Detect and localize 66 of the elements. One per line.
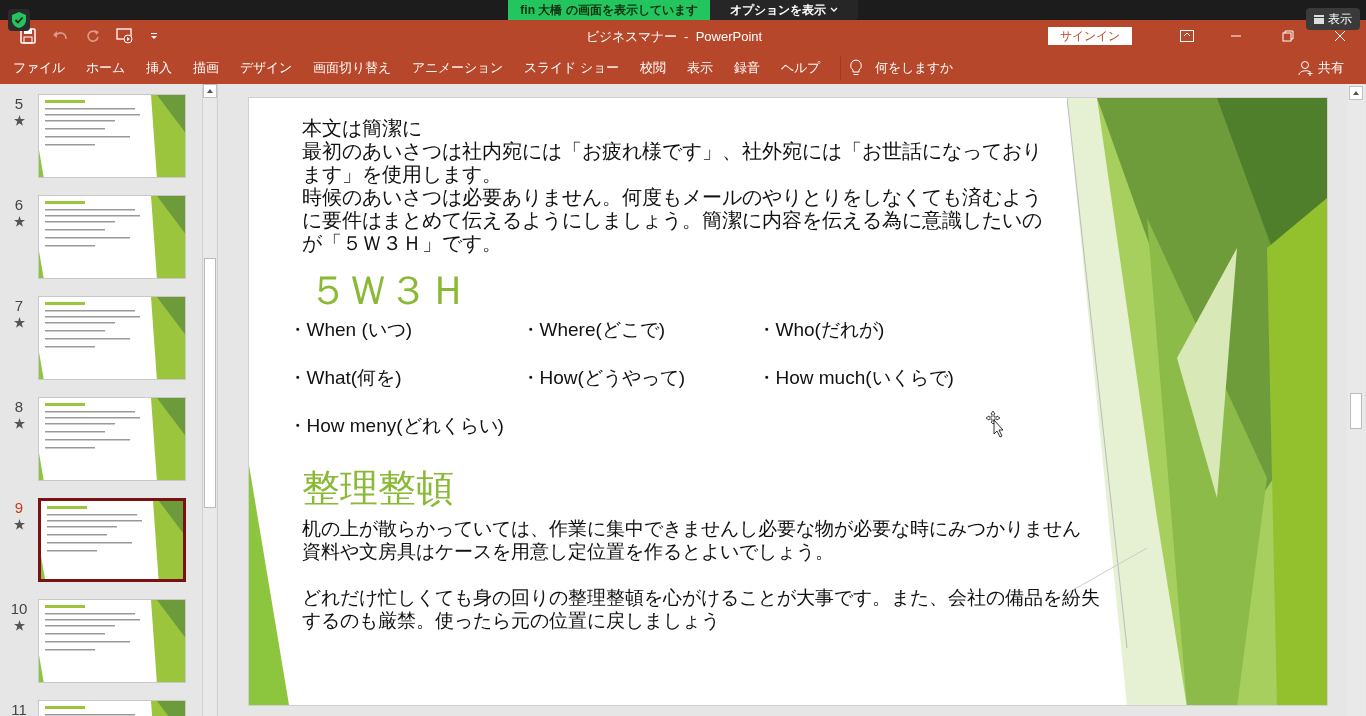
ribbon-tab[interactable]: スライド ショー [515,52,628,84]
slide-number: 11 [11,702,27,716]
bullet-item: ・How(どうやって) [520,367,687,389]
chevron-down-icon [829,7,838,13]
star-icon [13,519,25,530]
body-text: 最初のあいさつは社内宛には「お疲れ様です」、社外宛には「お世話になっております」を使用します。 [301,140,1043,186]
star-icon [13,620,25,631]
window-title: ビジネスマナー - PowerPoint [585,29,763,44]
bullet-item: ・Who(だれが) [756,319,886,341]
scroll-thumb[interactable] [203,258,216,508]
star-icon [13,418,25,429]
restore-icon[interactable] [1282,30,1294,42]
slide-heading: 整理整頓 [301,466,455,511]
slide-number: 10 [10,601,28,616]
scrollbar[interactable] [202,84,216,716]
bullet-item: ・How much(いくらで) [756,367,955,389]
star-icon [13,115,25,126]
ribbon-tab[interactable]: アニメーション [403,52,512,84]
slide-number: 9 [14,500,24,515]
scroll-up-icon[interactable] [202,84,217,98]
slide-number: 5 [14,96,24,111]
ribbon-tab[interactable]: 挿入 [137,52,181,84]
scroll-up-icon[interactable] [1348,86,1363,100]
slideshow-icon[interactable] [116,28,134,44]
options-button[interactable]: オプションを表示 [709,0,858,20]
slide-number: 6 [14,197,24,212]
share-button[interactable]: 共有 [1298,58,1344,78]
save-icon[interactable] [20,28,36,44]
redo-icon[interactable] [86,29,100,43]
body-text: 本文は簡潔に [301,117,423,140]
lightbulb-icon [848,59,863,77]
ribbon-tab[interactable]: ヘルプ [771,52,829,84]
presenter-banner: fin 大橋 の画面を表示しています [508,0,710,20]
slide-thumbnail[interactable] [38,498,186,582]
star-icon [13,216,25,227]
bullet-item: ・What(何を) [287,367,403,389]
ribbon-display-icon[interactable] [1180,30,1194,42]
ribbon-tab[interactable]: ファイル [4,52,74,84]
bullet-item: ・Where(どこで) [520,319,667,341]
close-icon[interactable] [1334,30,1346,42]
ribbon-tab[interactable]: デザイン [231,52,301,84]
star-icon [13,317,25,328]
bullet-item: ・When (いつ) [287,319,414,341]
scroll-thumb[interactable] [1349,393,1362,429]
body-text: 時候のあいさつは必要ありません。何度もメールのやりとりをしなくても済むように要件はまとめて伝えるようにしましょう。簡潔に内容を伝える為に意識したいのが「５Ｗ３Ｈ」です。 [301,186,1043,255]
tell-me-field[interactable]: 何をしますか [874,58,953,78]
view-button[interactable]: 表示 [1306,8,1360,30]
bullet-item: ・How meny(どれくらい) [287,415,505,437]
move-cursor-icon [985,410,1006,438]
body-text: どれだけ忙しくても身の回りの整理整頓を心がけることが大事です。また、会社の備品を紛失 [301,586,1101,609]
slide-number: 7 [14,298,24,313]
ribbon-tab[interactable]: 校閲 [630,52,675,84]
ribbon-tab[interactable]: 描画 [184,52,228,84]
ribbon-tab[interactable]: ホーム [77,52,134,84]
body-text: するのも厳禁。使ったら元の位置に戻しましょう [301,609,721,632]
ribbon-tab[interactable]: 表示 [677,52,722,84]
ribbon-tab[interactable]: 録音 [724,52,769,84]
slide-heading: ５Ｗ３Ｈ [307,267,469,314]
customize-caret-icon[interactable] [150,32,158,40]
sign-in-button[interactable]: サインイン [1048,27,1132,45]
body-text: 資料や文房具はケースを用意し定位置を作るとよいでしょう。 [301,540,835,563]
ribbon-tab[interactable]: 画面切り替え [304,52,400,84]
grid-view-icon [1314,14,1324,24]
body-text: 机の上が散らかっていては、作業に集中できませんし必要な物が必要な時にみつかりません [301,517,1082,540]
slide-number: 8 [14,399,24,414]
add-person-icon [1298,60,1314,76]
